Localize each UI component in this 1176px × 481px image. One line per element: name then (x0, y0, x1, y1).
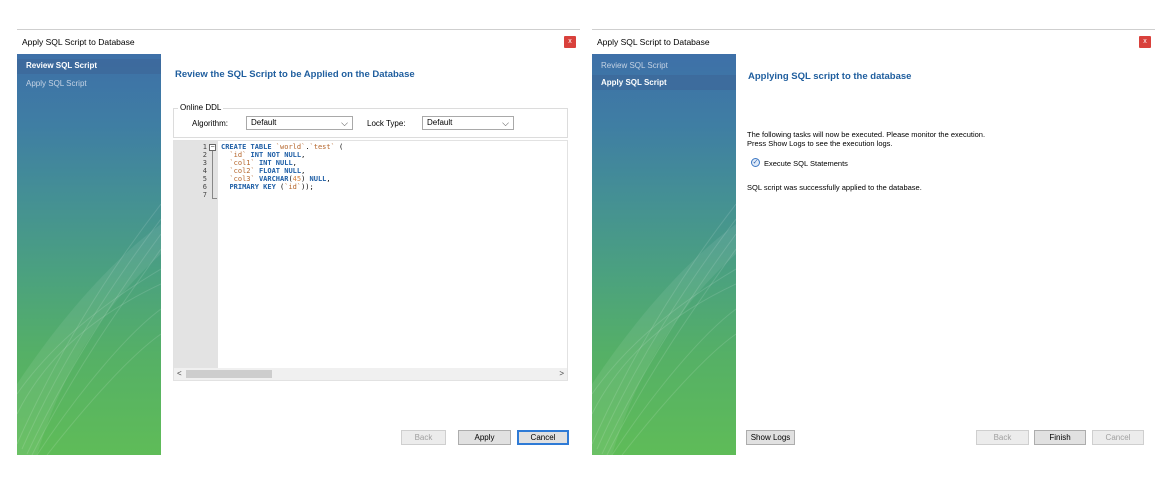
description-line: Press Show Logs to see the execution log… (747, 139, 893, 148)
cancel-button[interactable]: Cancel (517, 430, 569, 445)
sql-editor[interactable]: 1 2 3 4 5 6 7 − CREATE TABLE `world`.`te… (173, 140, 568, 381)
line-number: 3 (202, 159, 207, 167)
code-line: CREATE TABLE `world`.`test` ( (221, 143, 344, 151)
online-ddl-group: Online DDL Algorithm: Default ⌵ Lock Typ… (173, 103, 568, 138)
fold-guide-end (212, 198, 217, 199)
algorithm-label: Algorithm: (192, 119, 229, 128)
task-label: Execute SQL Statements (764, 159, 848, 168)
code-line: `col2` FLOAT NULL, (229, 167, 306, 175)
lock-type-select[interactable]: Default ⌵ (422, 116, 514, 130)
code-line: `col3` VARCHAR(45) NULL, (229, 175, 331, 183)
cancel-button[interactable]: Cancel (1092, 430, 1144, 445)
review-sql-dialog: Apply SQL Script to Database x Review SQ… (17, 29, 580, 455)
wizard-content: Review the SQL Script to be Applied on t… (161, 54, 580, 455)
scroll-left-icon[interactable]: < (177, 369, 182, 378)
algorithm-select[interactable]: Default ⌵ (246, 116, 353, 130)
sidebar-item-apply-sql-script: Apply SQL Script (26, 79, 87, 88)
show-logs-button[interactable]: Show Logs (746, 430, 795, 445)
title-bar: Apply SQL Script to Database x (17, 30, 580, 52)
horizontal-scrollbar[interactable]: < > (174, 368, 567, 380)
page-title: Review the SQL Script to be Applied on t… (175, 69, 415, 80)
code-line: PRIMARY KEY (`id`)); (229, 183, 314, 191)
sql-code: CREATE TABLE `world`.`test` ( `id` INT N… (221, 143, 343, 199)
apply-button[interactable]: Apply (458, 430, 511, 445)
wizard-content: Applying SQL script to the database The … (736, 54, 1155, 455)
code-line: `id` INT NOT NULL, (229, 151, 306, 159)
description-line: The following tasks will now be executed… (747, 130, 986, 139)
wizard-sidebar: Review SQL Script Apply SQL Script (17, 54, 161, 455)
sidebar-item-review-sql-script: Review SQL Script (601, 61, 668, 70)
chevron-down-icon: ⌵ (341, 118, 348, 128)
line-number: 7 (202, 191, 207, 199)
back-button[interactable]: Back (401, 430, 446, 445)
code-line: `col1` INT NULL, (229, 159, 297, 167)
lock-type-value: Default (427, 118, 453, 127)
window-title: Apply SQL Script to Database (22, 37, 135, 47)
close-icon: x (568, 38, 572, 45)
fold-guide (212, 151, 213, 199)
sidebar-item-review-sql-script: Review SQL Script (26, 61, 97, 70)
sidebar-item-apply-sql-script: Apply SQL Script (601, 78, 667, 87)
window-title: Apply SQL Script to Database (597, 37, 710, 47)
title-bar: Apply SQL Script to Database x (592, 30, 1155, 52)
finish-button[interactable]: Finish (1034, 430, 1086, 445)
line-number: 5 (202, 175, 207, 183)
fold-minus-icon[interactable]: − (209, 144, 216, 151)
wizard-sidebar: Review SQL Script Apply SQL Script (592, 54, 736, 455)
line-number: 4 (202, 167, 207, 175)
line-number: 6 (202, 183, 207, 191)
apply-sql-dialog: Apply SQL Script to Database x Review SQ… (592, 29, 1155, 455)
status-text: SQL script was successfully applied to t… (747, 183, 922, 192)
sidebar-decoration (592, 203, 736, 455)
close-button[interactable]: x (1139, 36, 1151, 48)
scroll-right-icon[interactable]: > (559, 369, 564, 378)
algorithm-value: Default (251, 118, 277, 127)
scrollbar-thumb[interactable] (186, 370, 272, 378)
line-number: 1 (202, 143, 207, 151)
close-icon: x (1143, 38, 1147, 45)
line-number: 2 (202, 151, 207, 159)
check-icon: ✓ (751, 158, 760, 167)
back-button[interactable]: Back (976, 430, 1029, 445)
page-title: Applying SQL script to the database (748, 71, 912, 82)
online-ddl-legend: Online DDL (178, 103, 224, 112)
lock-type-label: Lock Type: (367, 119, 406, 128)
close-button[interactable]: x (564, 36, 576, 48)
line-number-gutter: 1 2 3 4 5 6 7 − (174, 141, 218, 370)
chevron-down-icon: ⌵ (502, 118, 509, 128)
sidebar-decoration (17, 203, 161, 455)
